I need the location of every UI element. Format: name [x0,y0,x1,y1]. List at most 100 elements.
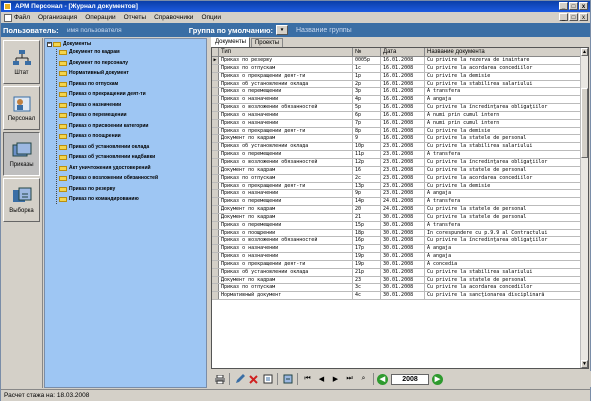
close-button[interactable]: x [579,2,588,10]
tab-documents[interactable]: Документы [211,37,250,47]
table-row[interactable]: Приказ о назначении 9р 23.01.2008 A angaja [212,190,582,199]
table-cell: Документ по кадрам [219,206,353,213]
table-row[interactable]: ▶ Приказ по резерву 0005р 16.01.2008 Cu priv… [212,57,582,65]
column-header-title[interactable]: Название документа [425,48,582,57]
table-cell: Cu privire la statele de personal [425,135,582,143]
table-row[interactable]: Приказ о назначении 19р 30.01.2008 A angaja [212,253,582,261]
tree-item[interactable]: Приказ о присвоении категории [59,123,149,130]
first-record-button[interactable]: ⏮ [301,373,314,385]
collapse-icon[interactable]: − [47,42,52,47]
table-row[interactable]: Документ по кадрам 20 24.01.2008 Cu privire… [212,206,582,214]
tree-item[interactable]: Приказ об установлении оклада [59,144,149,151]
table-row[interactable]: Приказ о перемещении 15р 30.01.2008 A trans… [212,221,582,230]
minimize-button[interactable]: _ [559,2,568,10]
row-indicator [212,198,219,206]
table-cell: Нормативный документ [219,292,353,300]
tree-item[interactable]: Приказ об установлении надбавки [59,154,155,161]
child-close-button[interactable]: x [579,13,588,21]
menu-options[interactable]: Опции [201,14,221,21]
year-next-button[interactable]: ▶ [432,373,443,385]
maximize-button[interactable]: □ [569,2,578,10]
tree-item[interactable]: Приказ о прекращении деят-ти [59,91,146,98]
tree-item[interactable]: Приказ по резерву [59,186,115,193]
menu-organization[interactable]: Организация [38,14,77,21]
search-icon[interactable]: ⌕ [357,373,370,385]
module-button-orders[interactable]: Приказы [3,132,40,176]
table-row[interactable]: Приказ о назначении 7р 16.01.2008 A numi pr… [212,119,582,128]
table-row[interactable]: Приказ по отпускам 3с 30.01.2008 Cu privire… [212,284,582,293]
scroll-thumb[interactable] [581,88,588,158]
child-restore-button[interactable]: □ [569,13,578,21]
group-dropdown-button[interactable]: ▾ [276,25,288,35]
table-cell: Приказ о перемещении [219,88,353,96]
menu-file[interactable]: Файл [14,14,30,21]
app-icon [4,3,11,10]
table-row[interactable]: Приказ по отпускам 2с 23.01.2008 Cu privire… [212,174,582,183]
properties-icon[interactable] [261,373,274,385]
table-row[interactable]: Приказ о возложении обязанностей 5р 16.01.… [212,104,582,112]
module-button-selection[interactable]: Выборка [3,178,40,222]
vertical-scrollbar[interactable]: ▲ ▼ [580,48,588,368]
table-row[interactable]: Приказ о прекращении деят-ти 8р 16.01.2008… [212,127,582,136]
menu-references[interactable]: Справочники [154,14,193,21]
table-row[interactable]: Приказ о назначении 17р 30.01.2008 A angaja [212,245,582,254]
tree-item[interactable]: Документ по персоналу [59,60,128,67]
print-icon[interactable] [213,373,226,385]
menu-reports[interactable]: Отчеты [124,14,146,21]
refresh-icon[interactable] [281,373,294,385]
last-record-button[interactable]: ⏭ [343,373,356,385]
table-row[interactable]: Приказ об установлении оклада 2р 16.01.200… [212,80,582,89]
table-row[interactable]: Приказ о перемещении 14р 24.01.2008 A trans… [212,198,582,207]
tree-item[interactable]: Приказ о перемещении [59,112,127,119]
table-row[interactable]: Приказ о назначении 4р 16.01.2008 A angaja [212,96,582,105]
table-row[interactable]: Документ по кадрам 9 16.01.2008 Cu privire … [212,135,582,144]
folder-icon [53,42,61,47]
tree-item[interactable]: Акт уничтожения удостоверений [59,165,151,172]
table-row[interactable]: Приказ о поощрении 18р 30.01.2008 În coresp… [212,229,582,238]
tree-item[interactable]: Приказ о поощрении [59,133,121,140]
tree-item[interactable]: Нормативный документ [59,70,129,77]
table-row[interactable]: Приказ о возложении обязанностей 12р 23.01… [212,158,582,167]
table-row[interactable]: Приказ об установлении оклада 10р 23.01.20… [212,143,582,152]
column-header-number[interactable]: № [353,48,381,57]
tree-item[interactable]: Приказ о назначении [59,102,121,109]
menu-operations[interactable]: Операции [85,14,115,21]
delete-icon[interactable] [247,373,260,385]
edit-icon[interactable] [233,373,246,385]
tab-projects[interactable]: Проекты [250,38,284,47]
table-cell: 23.01.2008 [381,182,425,190]
table-row[interactable]: Документ по кадрам 23 30.01.2008 Cu privire… [212,276,582,285]
tree-item[interactable]: Приказ о возложении обязанностей [59,175,158,182]
table-row[interactable]: Нормативный документ 4с 30.01.2008 Cu privi… [212,292,582,301]
table-row[interactable]: Приказ о назначении 6р 16.01.2008 A numi pr… [212,111,582,120]
year-field[interactable]: 2008 [391,373,429,385]
table-row[interactable]: Приказ о перемещении 3р 16.01.2008 A transf… [212,88,582,97]
prev-record-button[interactable]: ◀ [315,373,328,385]
table-row[interactable]: Документ по кадрам 21 30.01.2008 Cu privire… [212,213,582,222]
document-icon[interactable] [4,13,12,22]
module-button-personnel[interactable]: Персонал [3,86,40,130]
table-row[interactable]: Приказ о возложении обязанностей 16р 30.01… [212,237,582,246]
table-cell: Cu privire la statele de personal [425,276,582,284]
table-row[interactable]: Приказ о прекращении деят-ти 19р 30.01.200… [212,260,582,269]
scroll-down-icon[interactable]: ▼ [581,360,588,368]
table-row[interactable]: Документ по кадрам 16 23.01.2008 Cu privire… [212,166,582,175]
tree-item[interactable]: Приказ по командированию [59,196,139,203]
child-minimize-button[interactable]: _ [559,13,568,21]
table-row[interactable]: Приказ по отпускам 1с 16.01.2008 Cu privire… [212,64,582,73]
column-header-type[interactable]: Тип [219,48,353,57]
tree-item[interactable]: Документ по кадрам [59,49,120,56]
table-row[interactable]: Приказ о прекращении деят-ти 13р 23.01.200… [212,182,582,191]
module-button-staff[interactable]: Штат [3,40,40,84]
table-row[interactable]: Приказ о прекращении деят-ти 1р 16.01.2008… [212,72,582,81]
scroll-up-icon[interactable]: ▲ [581,48,588,56]
next-record-button[interactable]: ▶ [329,373,342,385]
tree-root[interactable]: − Документы [47,41,91,48]
table-row[interactable]: Приказ о перемещении 11р 23.01.2008 A trans… [212,151,582,159]
year-prev-button[interactable]: ◀ [377,373,388,385]
tree-item[interactable]: Приказ по отпускам [59,81,118,88]
folder-icon [59,165,67,171]
table-row[interactable]: Приказ об установлении оклада 21р 30.01.20… [212,268,582,277]
folder-icon [59,123,67,129]
column-header-date[interactable]: Дата [381,48,425,57]
